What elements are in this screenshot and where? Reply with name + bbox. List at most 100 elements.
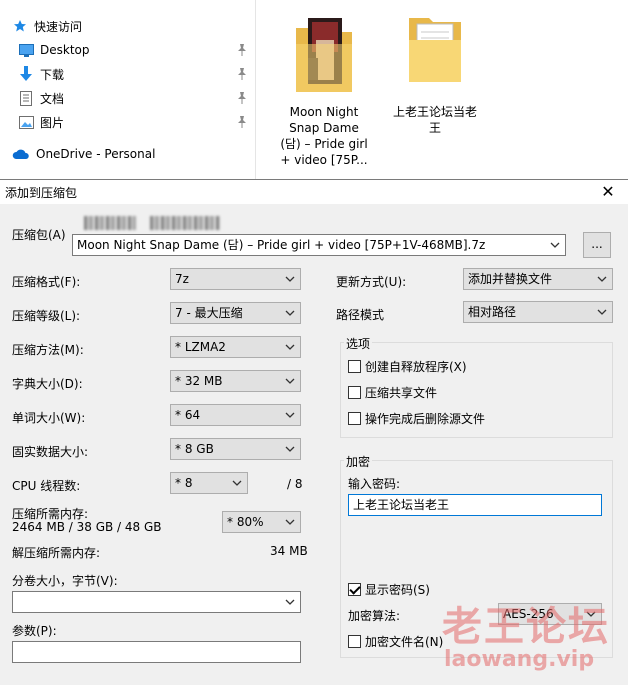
nav-item-downloads[interactable]: 下载	[18, 63, 254, 85]
cpu-threads-label: CPU 线程数:	[12, 479, 81, 493]
file-item[interactable]: 上老王论坛当老王	[390, 14, 480, 136]
chevron-down-icon[interactable]	[231, 473, 243, 493]
browse-button[interactable]: ...	[583, 232, 611, 258]
nav-item-label: 图片	[40, 115, 65, 130]
chevron-down-icon[interactable]	[596, 302, 608, 322]
checkbox-box[interactable]	[348, 386, 361, 399]
watermark-text: 老王论坛	[442, 604, 610, 650]
update-mode-label: 更新方式(U):	[336, 275, 407, 289]
pin-icon[interactable]	[236, 115, 248, 129]
chevron-down-icon[interactable]	[549, 235, 561, 255]
parameters-label: 参数(P):	[12, 624, 57, 638]
path-mode-label: 路径模式	[336, 308, 385, 322]
format-label: 压缩格式(F):	[12, 275, 81, 289]
chevron-down-icon[interactable]	[284, 405, 296, 425]
nav-item-label: 下载	[40, 67, 65, 82]
checkbox-label: 压缩共享文件	[365, 386, 438, 400]
checkbox-label: 显示密码(S)	[365, 583, 430, 597]
memory-usage-value: * 80%	[227, 515, 264, 529]
show-password-checkbox[interactable]: 显示密码(S)	[348, 581, 430, 598]
file-item[interactable]: Moon Night Snap Dame (담) – Pride girl + …	[279, 14, 369, 168]
level-select[interactable]: 7 - 最大压缩	[170, 302, 301, 324]
archive-path-value: Moon Night Snap Dame (담) – Pride girl + …	[77, 238, 486, 252]
document-icon	[18, 90, 34, 106]
volume-size-label: 分卷大小，字节(V):	[12, 574, 118, 588]
solid-block-label: 固实数据大小:	[12, 445, 89, 459]
encrypt-filenames-checkbox[interactable]: 加密文件名(N)	[348, 633, 443, 650]
pin-icon[interactable]	[236, 91, 248, 105]
format-select[interactable]: 7z	[170, 268, 301, 290]
file-name: Moon Night Snap Dame (담) – Pride girl + …	[280, 105, 368, 167]
pin-icon[interactable]	[236, 67, 248, 81]
dialog-title: 添加到压缩包	[5, 186, 78, 200]
checkbox-box[interactable]	[348, 412, 361, 425]
chevron-down-icon[interactable]	[284, 337, 296, 357]
delete-after-checkbox[interactable]: 操作完成后删除源文件	[348, 410, 485, 427]
chevron-down-icon[interactable]	[284, 269, 296, 289]
nav-item-documents[interactable]: 文档	[18, 87, 254, 109]
update-mode-select[interactable]: 添加并替换文件	[463, 268, 613, 290]
level-label: 压缩等级(L):	[12, 309, 81, 323]
dialog-titlebar[interactable]: 添加到压缩包 ✕	[0, 180, 628, 204]
cpu-threads-max: / 8	[287, 477, 303, 491]
nav-item-pictures[interactable]: 图片	[18, 111, 254, 133]
checkbox-label: 操作完成后删除源文件	[365, 412, 486, 426]
update-mode-value: 添加并替换文件	[468, 272, 553, 286]
nav-item-quick-access[interactable]: 快速访问	[12, 15, 82, 37]
checkbox-box[interactable]	[348, 583, 361, 596]
cpu-threads-select[interactable]: * 8	[170, 472, 248, 494]
dictionary-value: * 32 MB	[175, 374, 223, 388]
memory-detail: 2464 MB / 38 GB / 48 GB	[12, 520, 162, 534]
solid-block-value: * 8 GB	[175, 442, 214, 456]
password-label: 输入密码:	[348, 477, 401, 491]
path-mode-select[interactable]: 相对路径	[463, 301, 613, 323]
word-size-select[interactable]: * 64	[170, 404, 301, 426]
format-value: 7z	[175, 272, 189, 286]
parameters-input[interactable]	[12, 641, 301, 663]
decompress-memory-value: 34 MB	[270, 544, 308, 558]
chevron-down-icon[interactable]	[284, 439, 296, 459]
compress-shared-checkbox[interactable]: 压缩共享文件	[348, 384, 437, 401]
method-value: * LZMA2	[175, 340, 226, 354]
path-mode-value: 相对路径	[468, 305, 517, 319]
checkbox-label: 加密文件名(N)	[365, 635, 444, 649]
desktop-icon	[18, 42, 34, 58]
cloud-icon	[12, 146, 30, 162]
nav-item-label: OneDrive - Personal	[36, 147, 156, 161]
chevron-down-icon[interactable]	[284, 371, 296, 391]
nav-item-label: 文档	[40, 91, 65, 106]
encryption-group-title: 加密	[344, 453, 373, 470]
method-select[interactable]: * LZMA2	[170, 336, 301, 358]
nav-item-onedrive[interactable]: OneDrive - Personal	[12, 143, 155, 165]
archive-path-combo[interactable]: Moon Night Snap Dame (담) – Pride girl + …	[72, 234, 566, 256]
download-icon	[18, 66, 34, 82]
volume-size-combo[interactable]	[12, 591, 301, 613]
nav-item-desktop[interactable]: Desktop	[18, 39, 254, 61]
dictionary-label: 字典大小(D):	[12, 377, 83, 391]
nav-item-label: 快速访问	[34, 19, 83, 34]
options-group-title: 选项	[344, 335, 373, 352]
memory-usage-select[interactable]: * 80%	[222, 511, 301, 533]
pin-icon[interactable]	[236, 43, 248, 57]
decompress-memory-label: 解压缩所需内存:	[12, 546, 101, 560]
archive-label: 压缩包(A)	[12, 228, 66, 242]
chevron-down-icon[interactable]	[284, 303, 296, 323]
password-input[interactable]: 上老王论坛当老王	[348, 494, 602, 516]
checkbox-box[interactable]	[348, 360, 361, 373]
dictionary-select[interactable]: * 32 MB	[170, 370, 301, 392]
create-sfx-checkbox[interactable]: 创建自释放程序(X)	[348, 358, 467, 375]
close-icon[interactable]: ✕	[598, 182, 618, 202]
encryption-method-label: 加密算法:	[348, 609, 401, 623]
checkbox-box[interactable]	[348, 635, 361, 648]
folder-with-photo-icon	[294, 14, 354, 94]
navigation-pane: 快速访问 Desktop 下载 文档 图片 OneDrive - Persona…	[0, 0, 256, 180]
nav-item-label: Desktop	[40, 43, 90, 57]
file-explorer-window: 快速访问 Desktop 下载 文档 图片 OneDrive - Persona…	[0, 0, 628, 180]
chevron-down-icon[interactable]	[284, 592, 296, 612]
watermark-url: laowang.vip	[444, 647, 595, 672]
file-name: 上老王论坛当老王	[392, 105, 477, 135]
solid-block-select[interactable]: * 8 GB	[170, 438, 301, 460]
folder-icon	[405, 14, 465, 94]
chevron-down-icon[interactable]	[596, 269, 608, 289]
chevron-down-icon[interactable]	[284, 512, 296, 532]
